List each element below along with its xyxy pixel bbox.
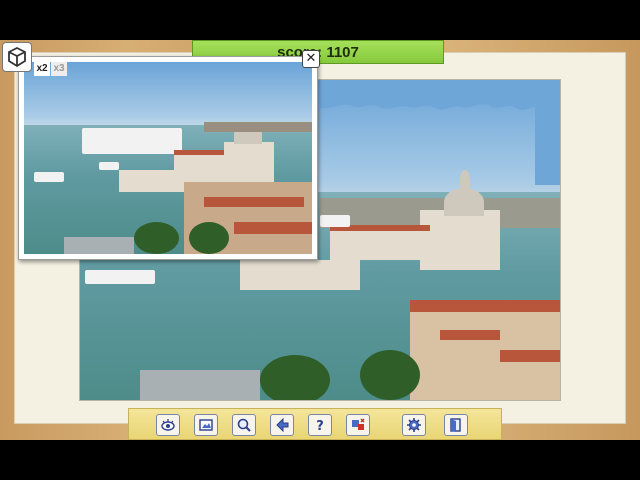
missing-pieces-top — [320, 80, 560, 110]
toolbar-button-help[interactable]: ? — [308, 414, 332, 436]
preview-window[interactable] — [18, 56, 318, 260]
picture-icon — [199, 419, 213, 431]
preview-foreground-roof — [64, 237, 134, 254]
toolbar-button-exit[interactable] — [444, 414, 468, 436]
toolbar-button-shuffle[interactable] — [346, 414, 370, 436]
toolbar-button-picture[interactable] — [194, 414, 218, 436]
preview-far-shore — [204, 122, 312, 132]
settings-gear-icon — [407, 418, 421, 432]
small-boat-2 — [99, 162, 119, 170]
preview-trees-2 — [189, 222, 229, 254]
toolbar-button-eye[interactable] — [156, 414, 180, 436]
foreground-roof — [140, 370, 260, 400]
missing-piece-right — [535, 105, 560, 185]
sort-pieces-icon — [276, 417, 289, 433]
church-cupola — [460, 170, 470, 190]
preview-sky — [24, 62, 312, 130]
preview-trees — [134, 222, 179, 254]
toolbar-button-sort[interactable] — [270, 414, 294, 436]
preview-image — [24, 62, 312, 254]
eye-icon — [161, 419, 175, 431]
zoom-x3-button[interactable]: x3 — [51, 62, 67, 76]
preview-roof — [174, 150, 224, 155]
tree-cluster-2 — [360, 350, 420, 400]
city-roofs-3 — [500, 350, 560, 362]
zoom-x2-button[interactable]: x2 — [34, 62, 50, 76]
preview-building — [174, 154, 224, 172]
help-icon: ? — [316, 419, 324, 433]
small-boat — [34, 172, 64, 182]
cruise-ship — [82, 128, 182, 154]
cruise-ship-piece — [320, 215, 350, 227]
toolbar-button-magnifier[interactable] — [232, 414, 256, 436]
magnifier-icon — [237, 418, 251, 432]
boat — [85, 270, 155, 284]
church-building — [420, 210, 500, 270]
customs-building — [240, 260, 360, 290]
church-dome — [444, 188, 484, 216]
tree-cluster — [260, 355, 330, 400]
preview-church — [224, 142, 274, 182]
city-roofs — [410, 300, 560, 312]
preview-city-roofs — [204, 197, 304, 207]
svg-text:?: ? — [316, 419, 324, 433]
shuffle-icon — [352, 418, 365, 430]
toolbar-button-settings[interactable] — [402, 414, 426, 436]
preview-city-roofs-2 — [234, 222, 312, 234]
exit-door-icon — [450, 418, 461, 432]
city-roofs-2 — [440, 330, 500, 340]
building-row — [330, 230, 430, 260]
close-preview-button[interactable]: ✕ — [302, 50, 320, 68]
menu-button[interactable] — [2, 42, 32, 72]
cube-icon — [8, 46, 26, 68]
